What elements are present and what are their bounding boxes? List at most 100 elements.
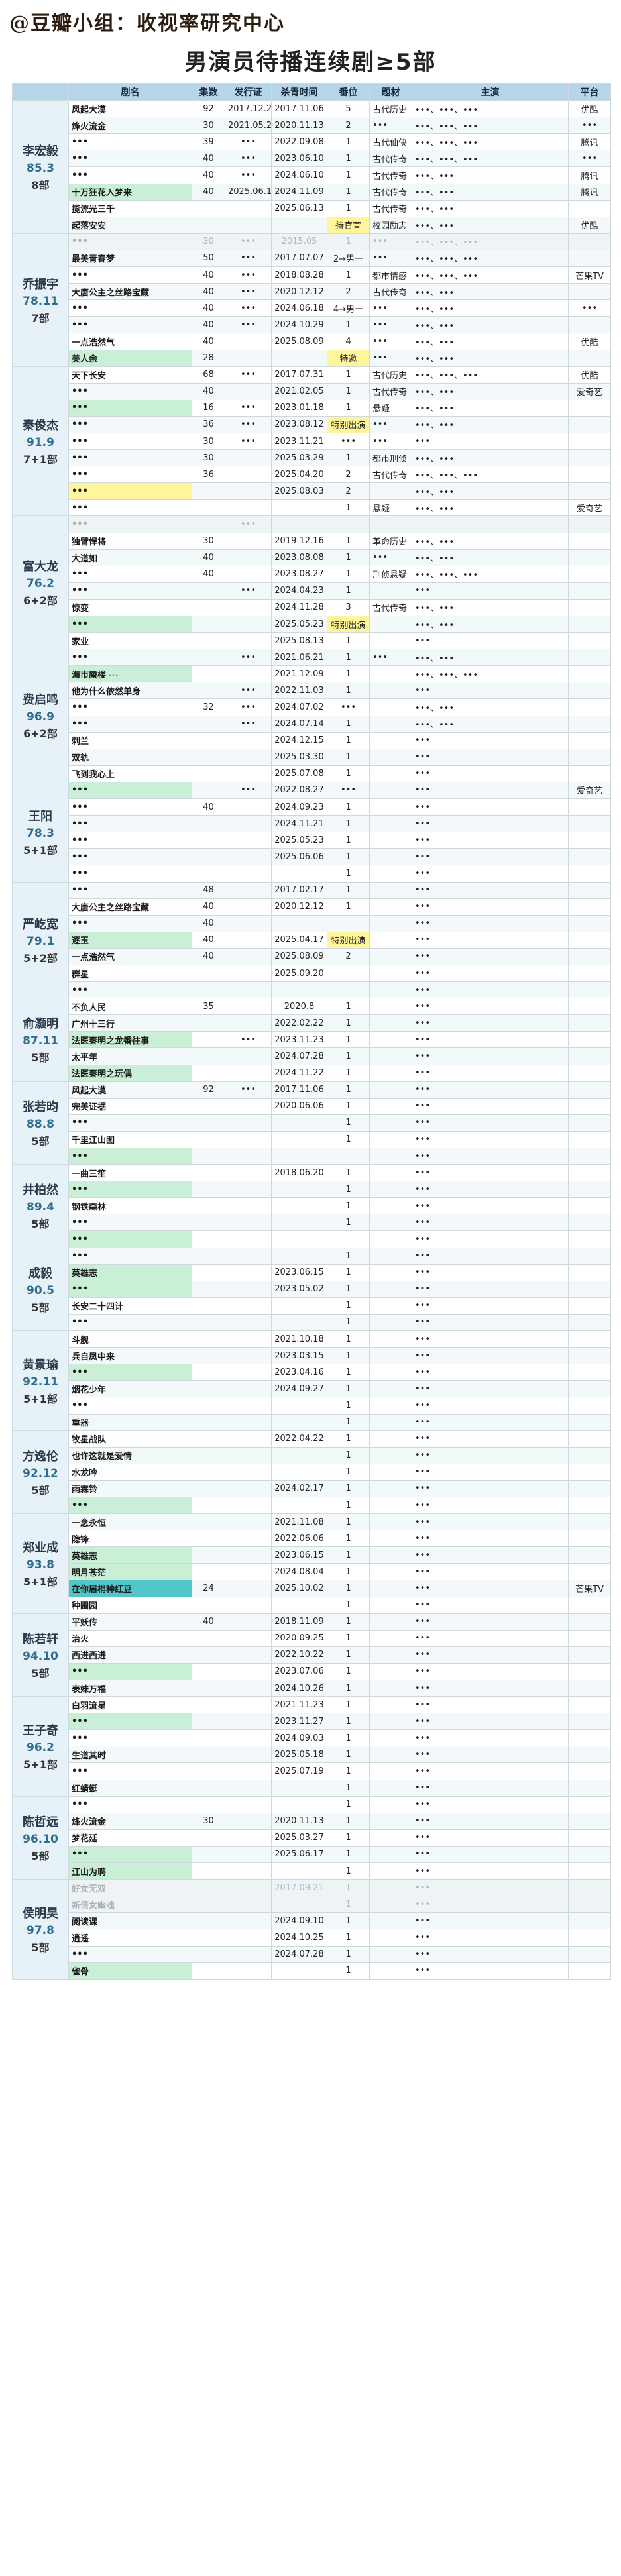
cast-cell: ••• <box>412 865 569 883</box>
cert-date-cell <box>225 565 272 583</box>
drama-name-cell: 惊变 <box>68 598 192 617</box>
drama-name-cell: 牧星战队 <box>68 1430 192 1448</box>
drama-name-cell: ••• <box>68 1313 192 1332</box>
platform-cell <box>568 1047 611 1065</box>
cast-cell: ••• <box>412 1796 569 1813</box>
episodes-cell: 40 <box>192 798 225 816</box>
platform-cell: 腾讯 <box>568 133 611 151</box>
wrap-date-cell: 2024.11.28 <box>271 598 327 617</box>
rank-cell: 1 <box>327 549 370 566</box>
genre-cell <box>369 914 412 932</box>
cert-date-cell <box>225 1064 272 1082</box>
drama-name-cell: 起落安安 <box>68 216 192 234</box>
platform-cell <box>568 1380 611 1398</box>
cert-date-cell: ••• <box>225 283 272 301</box>
drama-title: 天下长安 <box>72 371 107 382</box>
rank-cell: 待官宣 <box>327 216 370 234</box>
drama-title: ••• <box>72 619 88 629</box>
platform-cell <box>568 682 611 700</box>
wrap-date-cell <box>271 1596 327 1614</box>
episodes-cell <box>192 1197 225 1215</box>
episodes-cell: 32 <box>192 698 225 716</box>
genre-cell <box>369 1430 412 1448</box>
wrap-date-cell: 2020.8 <box>271 998 327 1016</box>
episodes-cell <box>192 1912 225 1930</box>
drama-name-cell: 生道其时 <box>68 1746 192 1764</box>
drama-name-cell: 逐玉 <box>68 931 192 949</box>
genre-cell <box>369 1031 412 1049</box>
wrap-date-cell: 2025.08.13 <box>271 632 327 650</box>
rank-cell: 1 <box>327 1380 370 1398</box>
cast-cell: ••• <box>412 1662 569 1681</box>
drama-title: 烟花少年 <box>72 1385 107 1395</box>
genre-cell <box>369 1181 412 1199</box>
cert-date-cell: ••• <box>225 150 272 168</box>
cert-date-cell <box>225 1896 272 1913</box>
episodes-cell <box>192 1629 225 1647</box>
platform-cell <box>568 1147 611 1165</box>
rank-cell: 1 <box>327 1496 370 1515</box>
cert-date-cell <box>225 466 272 484</box>
table-row: ••• 2023.05.02 1 ••• <box>13 1280 611 1298</box>
episodes-cell <box>192 1879 225 1897</box>
cert-date-cell <box>225 1313 272 1332</box>
page-title: 男演员待播连续剧≥5部 <box>184 49 437 76</box>
wrap-date-cell <box>271 1181 327 1199</box>
platform-cell <box>568 1313 611 1332</box>
cast-cell: ••• <box>412 1713 569 1731</box>
cert-date-cell <box>225 731 272 749</box>
drama-title: ••• <box>72 818 88 829</box>
drama-name-cell: ••• <box>68 316 192 334</box>
table-row: 雀骨 1 ••• <box>13 1962 611 1980</box>
cert-date-cell <box>225 1114 272 1132</box>
genre-cell <box>369 1546 412 1564</box>
cast-cell: ••• <box>412 1762 569 1780</box>
platform-cell <box>568 765 611 782</box>
wrap-date-cell: 2023.05.02 <box>271 1280 327 1298</box>
rank-cell: 1 <box>327 1796 370 1813</box>
genre-cell <box>369 1962 412 1980</box>
drama-title: ••• <box>72 586 88 596</box>
table-row: ••• 40 2023.08.27 1 刑侦悬疑 •••、•••、••• <box>13 565 611 583</box>
table-row: ••• 1 ••• <box>13 865 611 883</box>
cert-date-cell <box>225 1014 272 1032</box>
platform-cell <box>568 881 611 899</box>
header-genre: 题材 <box>369 83 412 101</box>
drama-title: ••• <box>72 486 88 496</box>
genre-cell <box>369 1463 412 1481</box>
cast-cell: ••• <box>412 1679 569 1697</box>
drama-title: 家业 <box>72 637 89 647</box>
platform-cell: 优酷 <box>568 366 611 384</box>
cast-cell: ••• <box>412 1746 569 1764</box>
rank-cell: 1 <box>327 1014 370 1032</box>
episodes-cell <box>192 1845 225 1864</box>
table-row: ••• 2024.07.28 1 ••• <box>13 1945 611 1963</box>
episodes-cell <box>192 649 225 667</box>
cast-cell: ••• <box>412 432 569 451</box>
drama-name-cell: ••• <box>68 1364 192 1381</box>
episodes-cell <box>192 1896 225 1913</box>
drama-name-cell: ••• <box>68 565 192 583</box>
episodes-cell: 30 <box>192 432 225 451</box>
cast-cell: ••• <box>412 1280 569 1298</box>
platform-cell <box>568 1164 611 1182</box>
cast-cell: •••、••• <box>412 598 569 617</box>
cert-date-cell <box>225 1047 272 1065</box>
platform-cell <box>568 1829 611 1847</box>
table-row: ••• 40 ••• 2024.06.18 4→男一 ••• •••、••• ••• <box>13 299 611 317</box>
rank-cell: 1 <box>327 1679 370 1697</box>
platform-cell <box>568 632 611 650</box>
episodes-cell: 92 <box>192 100 225 118</box>
genre-cell <box>369 1779 412 1797</box>
table-row: 乔振宇 78.11 7部 ••• 30 ••• 2015.05 1 ••• •••、•••、••• <box>12 233 611 367</box>
drama-title: ••• <box>72 1666 88 1677</box>
genre-cell <box>369 1845 412 1864</box>
platform-cell <box>568 1563 611 1581</box>
cert-date-cell <box>225 832 272 849</box>
platform-cell <box>568 1263 611 1281</box>
platform-cell <box>568 349 611 367</box>
wrap-date-cell: 2017.11.06 <box>271 1081 327 1099</box>
wrap-date-cell: 2024.08.04 <box>271 1563 327 1581</box>
rank-cell: 1 <box>327 1413 370 1431</box>
drama-name-cell: ••• <box>68 482 192 500</box>
